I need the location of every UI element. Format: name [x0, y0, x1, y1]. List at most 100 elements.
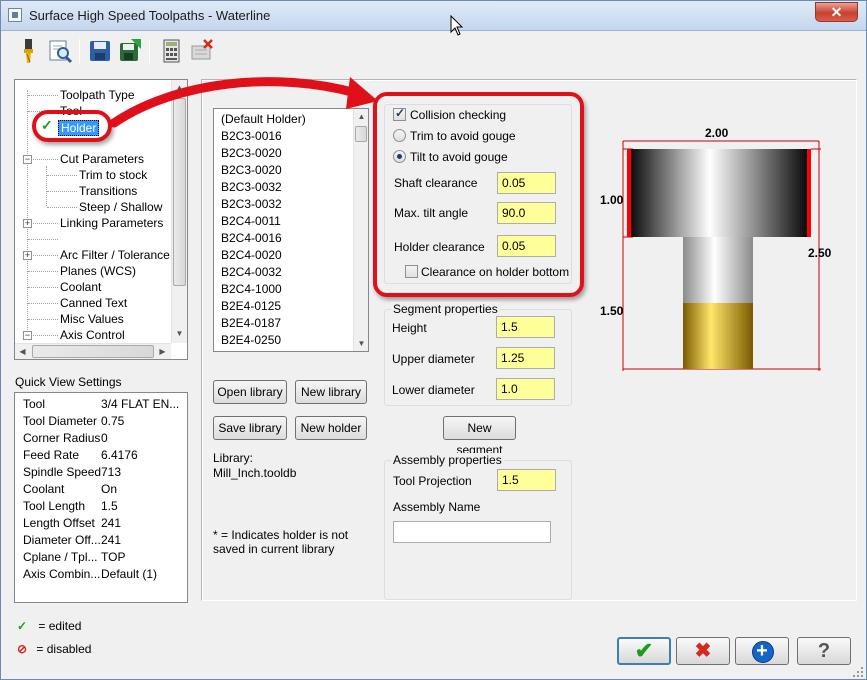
calculator-icon[interactable]: [159, 37, 185, 65]
save-library-button[interactable]: Save library: [213, 416, 287, 440]
tool-projection-input[interactable]: 1.5: [497, 469, 556, 491]
tree-item-canned-text[interactable]: Canned Text: [60, 296, 127, 310]
scroll-thumb[interactable]: [32, 345, 154, 358]
list-item[interactable]: B2C4-1000: [221, 282, 282, 296]
tree-connector: [46, 166, 47, 206]
tree-connector: [33, 223, 58, 224]
tree-connector: [33, 159, 58, 160]
lower-diameter-label: Lower diameter: [392, 383, 475, 397]
toolbar-separator: [149, 39, 150, 63]
tree-connector: [33, 335, 58, 336]
expand-icon[interactable]: +: [23, 219, 32, 228]
quick-view-title: Quick View Settings: [15, 375, 122, 389]
tree-item-coolant[interactable]: Coolant: [60, 280, 101, 294]
save-icon[interactable]: [87, 37, 113, 65]
legend-edited: ✓ = edited: [17, 619, 81, 633]
qv-value: On: [101, 482, 118, 496]
list-item[interactable]: B2C4-0032: [221, 265, 282, 279]
tree-connector: [28, 239, 58, 240]
list-item[interactable]: B2C4-0016: [221, 231, 282, 245]
segment-properties-title: Segment properties: [391, 302, 500, 316]
tree-connector: [47, 207, 77, 208]
title-bar[interactable]: Surface High Speed Toolpaths - Waterline…: [1, 1, 866, 31]
qv-label: Cplane / Tpl...: [23, 550, 98, 564]
unsaved-note: * = Indicates holder is not saved in cur…: [213, 528, 349, 556]
qv-value: 1.5: [101, 499, 118, 513]
disabled-delete-icon[interactable]: [189, 37, 215, 65]
holder-list[interactable]: (Default Holder) B2C3-0016 B2C3-0020 B2C…: [213, 108, 369, 352]
help-button[interactable]: ?: [797, 637, 851, 665]
segment-height-input[interactable]: 1.5: [496, 316, 555, 338]
list-item[interactable]: B2C3-0020: [221, 163, 282, 177]
list-item[interactable]: B2C3-0032: [221, 197, 282, 211]
collapse-icon[interactable]: −: [23, 155, 32, 164]
scroll-left-arrow-icon[interactable]: ◀: [15, 344, 30, 359]
legend-edited-text: = edited: [38, 619, 82, 633]
qv-value: Default (1): [101, 567, 158, 581]
tree-item-arc-filter-tolerance[interactable]: Arc Filter / Tolerance: [60, 248, 170, 262]
tool-projection-label: Tool Projection: [393, 474, 472, 488]
resize-grip-icon[interactable]: [851, 665, 865, 679]
list-item[interactable]: B2E4-0187: [221, 316, 281, 330]
cancel-button[interactable]: ✖: [676, 637, 730, 665]
qv-label: Corner Radius: [23, 431, 101, 445]
scroll-down-arrow-icon[interactable]: ▼: [172, 326, 187, 341]
qv-label: Diameter Off...: [23, 533, 101, 547]
qv-label: Feed Rate: [23, 448, 80, 462]
collapse-icon[interactable]: −: [23, 331, 32, 340]
qv-value: 713: [101, 465, 122, 479]
tree-connector: [33, 255, 58, 256]
new-library-button[interactable]: New library: [295, 380, 367, 404]
qv-label: Tool: [23, 397, 46, 411]
tree-item-misc-values[interactable]: Misc Values: [60, 312, 124, 326]
apply-button[interactable]: +: [735, 637, 789, 665]
help-question-icon: ?: [817, 640, 831, 662]
list-item[interactable]: B2E4-0250: [221, 333, 281, 347]
holder-list-scrollbar[interactable]: ▲ ▼: [353, 109, 368, 351]
tree-connector: [28, 303, 58, 304]
tree-item-steep-shallow[interactable]: Steep / Shallow: [79, 200, 162, 214]
list-item[interactable]: B2C4-0020: [221, 248, 282, 262]
lower-diameter-input[interactable]: 1.0: [496, 378, 555, 400]
tree-item-transitions[interactable]: Transitions: [79, 184, 137, 198]
close-button[interactable]: ✕: [815, 2, 858, 22]
tree-item-axis-control[interactable]: Axis Control: [60, 328, 125, 342]
window-title: Surface High Speed Toolpaths - Waterline: [29, 8, 271, 23]
list-item[interactable]: B2C3-0032: [221, 180, 282, 194]
tree-horizontal-scrollbar[interactable]: ◀ ▶: [15, 343, 171, 359]
tool-icon[interactable]: [15, 37, 41, 65]
new-holder-button[interactable]: New holder: [295, 416, 367, 440]
load-icon[interactable]: [117, 37, 143, 65]
upper-diameter-input[interactable]: 1.25: [496, 347, 555, 369]
tree-connector: [47, 175, 77, 176]
edited-check-icon: ✓: [17, 619, 28, 633]
annotation-ring-holder: [32, 110, 112, 142]
qv-value: 0: [101, 431, 108, 445]
list-item[interactable]: B2C4-0011: [221, 214, 281, 228]
scroll-down-arrow-icon[interactable]: ▼: [354, 336, 368, 351]
qv-label: Axis Combin...: [23, 567, 101, 581]
list-item[interactable]: B2E4-0125: [221, 299, 281, 313]
expand-icon[interactable]: +: [23, 251, 32, 260]
tree-item-planes[interactable]: Planes (WCS): [60, 264, 136, 278]
assembly-properties-title: Assembly properties: [391, 453, 504, 467]
qv-value: 3/4 FLAT EN...: [101, 397, 180, 411]
new-segment-button[interactable]: New segment: [443, 416, 516, 457]
tree-item-linking-parameters[interactable]: Linking Parameters: [60, 216, 163, 230]
preview-width-label: 2.00: [705, 126, 729, 140]
holder-preview: 2.00 1.00 2.50 1.50: [599, 121, 849, 381]
tree-item-trim-to-stock[interactable]: Trim to stock: [79, 168, 147, 182]
ok-button[interactable]: ✔: [617, 637, 671, 665]
qv-value: TOP: [101, 550, 126, 564]
assembly-name-input[interactable]: [393, 521, 551, 543]
tree-connector: [28, 319, 58, 320]
open-library-button[interactable]: Open library: [213, 380, 287, 404]
annotation-ring-collision: [373, 92, 584, 297]
disabled-icon: ⊘: [17, 642, 28, 656]
tree-connector: [28, 271, 58, 272]
list-item[interactable]: B2C3-0020: [221, 146, 282, 160]
tree-item-cut-parameters[interactable]: Cut Parameters: [60, 152, 144, 166]
scroll-right-arrow-icon[interactable]: ▶: [155, 344, 170, 359]
library-value: Mill_Inch.tooldb: [213, 466, 297, 480]
zoom-preview-icon[interactable]: [47, 37, 73, 65]
